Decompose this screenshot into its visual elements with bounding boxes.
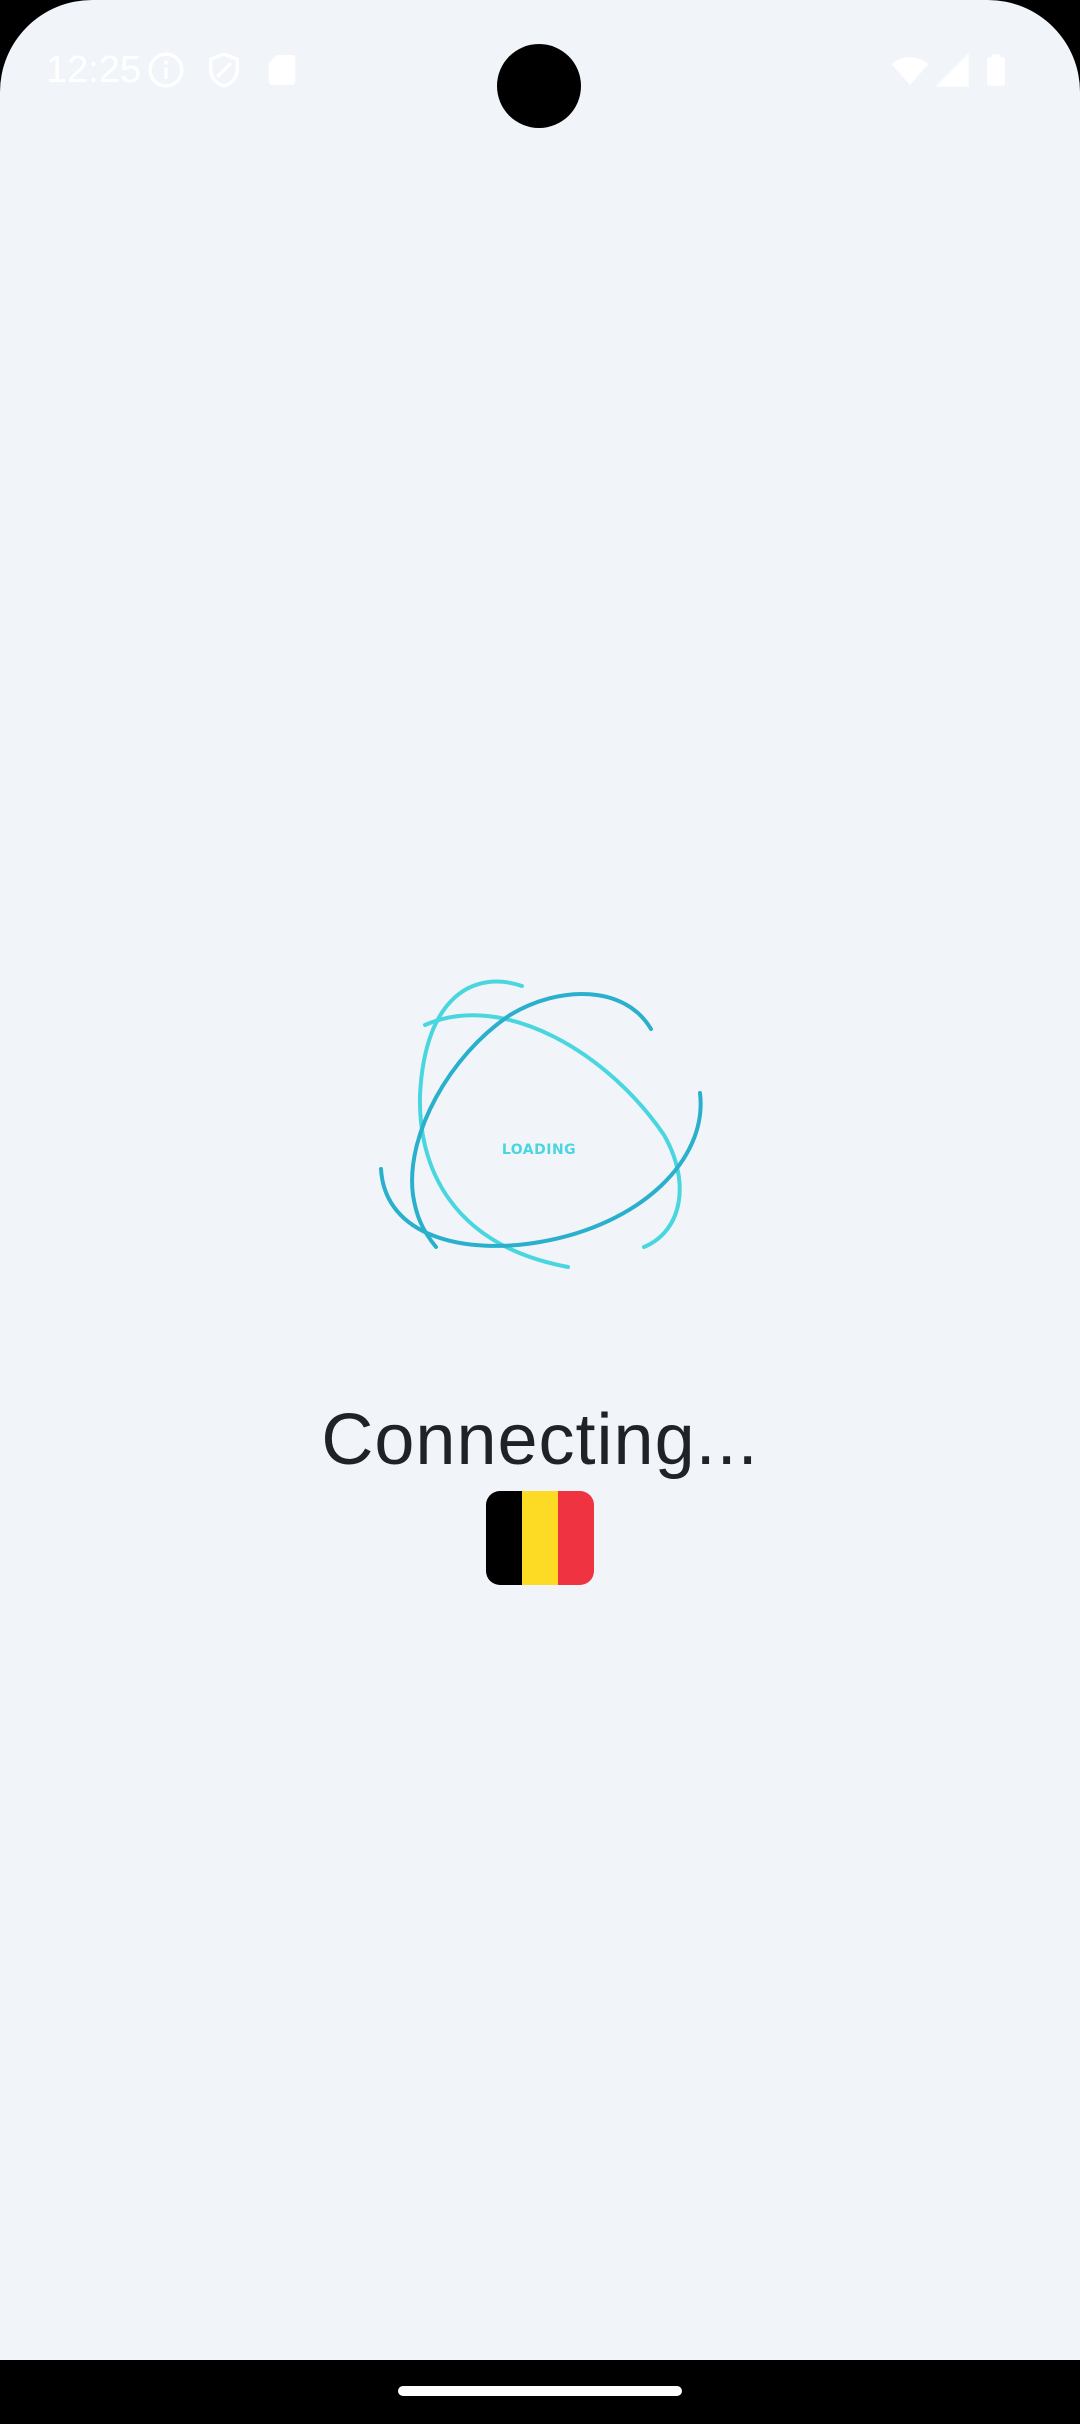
- loading-label: LOADING: [502, 1142, 576, 1158]
- info-icon: [148, 52, 184, 88]
- app-screen: 12:25 LOADING Connecting...: [0, 0, 1080, 2360]
- shield-icon: [209, 52, 239, 88]
- flag-stripe-black: [486, 1491, 522, 1585]
- status-time: 12:25: [46, 49, 142, 91]
- connection-status-text: Connecting...: [321, 1400, 759, 1480]
- sim-card-icon: [268, 55, 296, 85]
- flag-stripe-red: [558, 1491, 594, 1585]
- loading-spinner: LOADING: [379, 979, 703, 1269]
- loader-ring-dark-1: [410, 992, 653, 1249]
- home-indicator[interactable]: [398, 2386, 682, 2396]
- battery-icon: [987, 54, 1005, 86]
- flag-stripe-yellow: [522, 1491, 558, 1585]
- belgium-flag-icon: [486, 1491, 594, 1585]
- loader-ring-light-2: [423, 1013, 682, 1249]
- cellular-signal-icon: [935, 53, 969, 87]
- camera-cutout: [497, 44, 581, 128]
- wifi-icon: [891, 57, 929, 85]
